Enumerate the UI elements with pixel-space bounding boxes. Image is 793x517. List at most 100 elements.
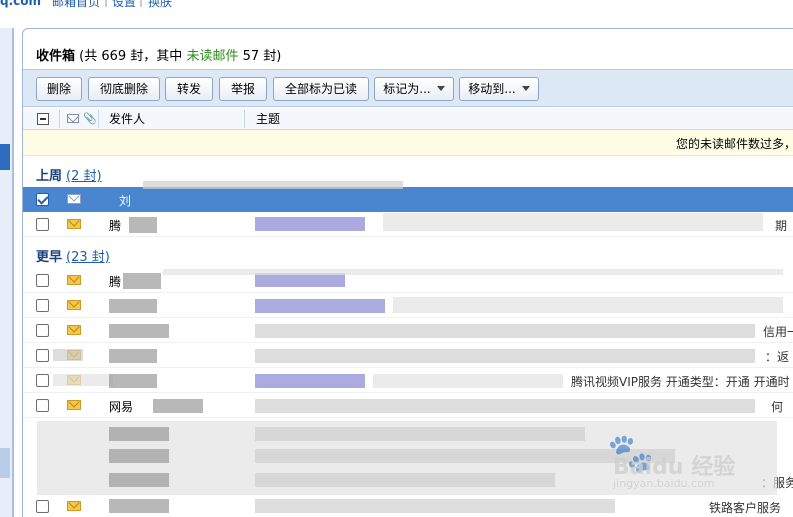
- privacy-mosaic: [255, 324, 755, 338]
- column-header: 📎 发件人 主题: [23, 108, 793, 130]
- row-sender: 腾: [109, 219, 122, 233]
- chevron-down-icon: [436, 86, 445, 91]
- top-separator: |: [104, 0, 109, 7]
- row-sender: 刘: [119, 194, 132, 208]
- move-to-dropdown[interactable]: 移动到...: [459, 77, 539, 101]
- privacy-mosaic: [255, 499, 615, 513]
- row-subject-fragment: 铁路客户服务: [709, 501, 782, 515]
- envelope-icon: [67, 325, 81, 335]
- privacy-mosaic: [255, 427, 585, 441]
- group-header-last-week: 上周 (2 封): [36, 165, 102, 184]
- mail-home-link[interactable]: 邮箱首页: [52, 0, 100, 10]
- folder-name: 收件箱: [36, 49, 76, 64]
- inbox-panel: 收件箱 (共 669 封，其中 未读邮件 57 封) 删除 彻底删除 转发 举报…: [22, 28, 793, 517]
- row-subject-fragment: ：返: [765, 350, 790, 364]
- row-checkbox[interactable]: [36, 274, 49, 287]
- envelope-icon: [67, 501, 81, 511]
- group-count-link[interactable]: (23 封): [66, 250, 110, 265]
- privacy-mosaic: [163, 269, 783, 275]
- mark-as-label: 标记为...: [383, 82, 431, 96]
- attachment-icon: 📎: [83, 112, 97, 125]
- privacy-mosaic: [109, 427, 169, 441]
- sidebar-scroll-thumb[interactable]: [0, 448, 10, 478]
- privacy-mosaic: [255, 473, 555, 487]
- privacy-mosaic: [255, 399, 755, 413]
- envelope-icon: [67, 300, 81, 310]
- privacy-mosaic: [109, 299, 157, 313]
- mark-all-read-button[interactable]: 全部标为已读: [273, 77, 369, 101]
- privacy-mosaic: [109, 324, 169, 338]
- watermark-url: jingyan.baidu.com: [613, 477, 715, 490]
- row-checkbox[interactable]: [36, 299, 49, 312]
- mail-brand: q.com: [0, 0, 42, 8]
- report-button[interactable]: 举报: [219, 77, 267, 101]
- row-checkbox[interactable]: [36, 500, 49, 513]
- row-subject-fragment: 信用一: [763, 325, 793, 339]
- privacy-mosaic: [109, 499, 169, 513]
- mail-toolbar: 删除 彻底删除 转发 举报 全部标为已读 标记为... 移动到...: [23, 69, 793, 107]
- privacy-mosaic: [255, 217, 365, 231]
- privacy-mosaic: [153, 399, 203, 413]
- move-to-label: 移动到...: [468, 82, 516, 96]
- row-checkbox[interactable]: [36, 324, 49, 337]
- privacy-mosaic: [53, 374, 113, 386]
- privacy-mosaic: [393, 297, 783, 313]
- row-sender: 网易: [109, 400, 134, 414]
- top-separator: |: [139, 0, 144, 7]
- privacy-mosaic: [109, 449, 169, 463]
- left-sidebar: [0, 28, 14, 517]
- privacy-mosaic: [123, 273, 161, 289]
- privacy-mosaic: [383, 213, 763, 231]
- group-header-earlier: 更早 (23 封): [36, 246, 110, 265]
- top-bar: q.com 邮箱首页 | 设置 | 换肤: [0, 0, 793, 28]
- select-all-checkbox[interactable]: [37, 113, 49, 125]
- forward-button[interactable]: 转发: [165, 77, 213, 101]
- folder-title: 收件箱 (共 669 封，其中 未读邮件 57 封): [36, 45, 281, 64]
- column-divider: [98, 110, 99, 128]
- privacy-mosaic: [129, 217, 157, 233]
- group-count-link[interactable]: (2 封): [66, 169, 102, 184]
- sender-column-header[interactable]: 发件人: [109, 108, 145, 130]
- unread-notice-bar: 您的未读邮件数过多，您: [23, 130, 793, 156]
- chevron-down-icon: [521, 86, 530, 91]
- group-label: 更早: [36, 250, 63, 265]
- privacy-mosaic: [109, 374, 157, 388]
- privacy-mosaic: [255, 349, 755, 363]
- switch-skin-link[interactable]: 换肤: [148, 0, 172, 10]
- row-checkbox[interactable]: [36, 193, 49, 206]
- unread-notice-text: 您的未读邮件数过多，您: [675, 137, 793, 151]
- unread-mail-link[interactable]: 未读邮件: [186, 49, 238, 64]
- row-checkbox[interactable]: [36, 399, 49, 412]
- envelope-icon: [67, 275, 81, 285]
- privacy-mosaic: [255, 299, 385, 313]
- row-checkbox[interactable]: [36, 374, 49, 387]
- privacy-mosaic: [255, 374, 365, 388]
- row-subject-fragment: 期: [775, 219, 788, 233]
- delete-permanent-button[interactable]: 彻底删除: [88, 77, 160, 101]
- envelope-icon: [67, 400, 81, 410]
- envelope-open-icon: [67, 194, 81, 204]
- baidu-jingyan-watermark: 🐾 Baidu 经验 jingyan.baidu.com: [599, 431, 789, 501]
- privacy-mosaic: [373, 374, 563, 388]
- subject-column-header[interactable]: 主题: [256, 108, 280, 130]
- privacy-mosaic: [255, 273, 345, 287]
- settings-link[interactable]: 设置: [112, 0, 136, 10]
- delete-button[interactable]: 删除: [36, 77, 82, 101]
- privacy-mosaic: [143, 181, 403, 189]
- column-divider: [244, 110, 245, 128]
- sidebar-active-item[interactable]: [0, 144, 10, 170]
- envelope-icon: [67, 219, 81, 229]
- mark-as-dropdown[interactable]: 标记为...: [374, 77, 454, 101]
- privacy-mosaic: [53, 349, 83, 361]
- read-status-icon: [67, 114, 79, 123]
- row-sender: 腾: [109, 275, 122, 289]
- row-subject-fragment: 何: [771, 400, 784, 414]
- privacy-mosaic: [109, 473, 169, 487]
- row-checkbox[interactable]: [36, 349, 49, 362]
- mail-row[interactable]: 刘: [23, 187, 793, 212]
- row-checkbox[interactable]: [36, 218, 49, 231]
- privacy-mosaic: [109, 349, 157, 363]
- group-label: 上周: [36, 169, 63, 184]
- row-subject-fragment: 腾讯视频VIP服务 开通类型：开通 开通时: [571, 375, 790, 389]
- folder-count-suffix: 57 封): [238, 49, 282, 64]
